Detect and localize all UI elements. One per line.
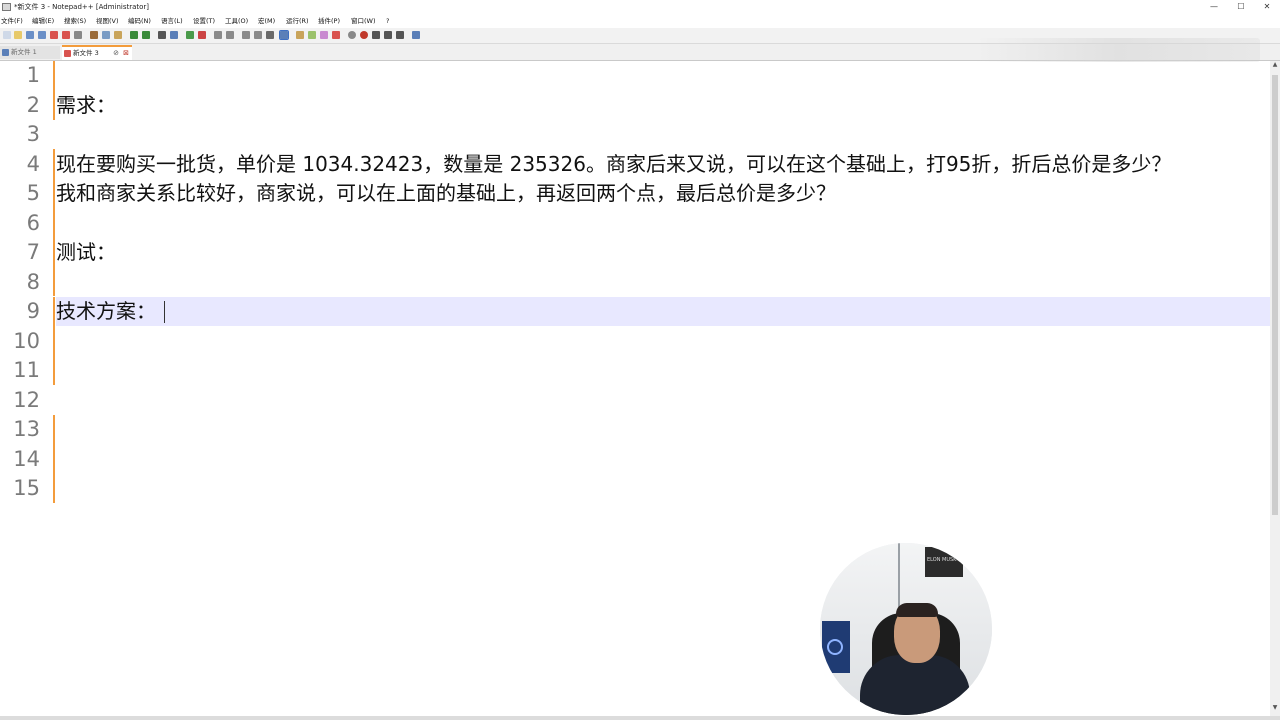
- close-button[interactable]: ✕: [1254, 0, 1280, 14]
- blurred-watermark: [975, 38, 1260, 62]
- close-tab-icon[interactable]: ⊠: [123, 47, 129, 60]
- webcam-overlay: ELON MUSK: [820, 543, 992, 715]
- vertical-scrollbar[interactable]: ▲ ▼: [1270, 61, 1280, 716]
- menu-run[interactable]: 运行(R): [286, 15, 309, 28]
- status-bar: [0, 716, 1280, 720]
- menu-file[interactable]: 文件(F): [1, 15, 23, 28]
- menu-bar: 文件(F) 编辑(E) 搜索(S) 视图(V) 编码(N) 语言(L) 设置(T…: [0, 15, 1280, 28]
- title-bar: *新文件 3 - Notepad++ [Administrator] — ☐ ✕: [0, 0, 1280, 14]
- lang-udl-icon[interactable]: [279, 30, 289, 40]
- folder-workspace-icon[interactable]: [320, 31, 328, 39]
- line-number: 13: [13, 417, 40, 441]
- line-number: 1: [26, 63, 40, 87]
- unsaved-file-icon: [64, 50, 71, 57]
- ai-logo-icon: [827, 639, 843, 655]
- tab-label: 新文件 3: [73, 49, 99, 57]
- scroll-down-icon[interactable]: ▼: [1270, 704, 1280, 716]
- menu-search[interactable]: 搜索(S): [64, 15, 86, 28]
- presenter-body: [860, 655, 970, 715]
- line-number: 3: [26, 122, 40, 146]
- show-all-chars-icon[interactable]: [254, 31, 262, 39]
- line-number: 9: [26, 299, 40, 323]
- zoom-in-icon[interactable]: [186, 31, 194, 39]
- print-icon[interactable]: [74, 31, 82, 39]
- save-macro-icon[interactable]: [396, 31, 404, 39]
- text-editor[interactable]: 需求： 现在要购买一批货，单价是 1034.32423，数量是 235326。商…: [56, 61, 1270, 720]
- find-icon[interactable]: [158, 31, 166, 39]
- copy-icon[interactable]: [102, 31, 110, 39]
- line-number: 11: [13, 358, 40, 382]
- replace-icon[interactable]: [170, 31, 178, 39]
- line-number: 7: [26, 240, 40, 264]
- close-all-icon[interactable]: [62, 31, 70, 39]
- sync-h-icon[interactable]: [226, 31, 234, 39]
- run-macro-multiple-icon[interactable]: [384, 31, 392, 39]
- paste-icon[interactable]: [114, 31, 122, 39]
- menu-view[interactable]: 视图(V): [96, 15, 119, 28]
- new-file-icon[interactable]: [3, 31, 11, 39]
- current-line-highlight: [56, 297, 1270, 326]
- save-icon[interactable]: [26, 31, 34, 39]
- zoom-out-icon[interactable]: [198, 31, 206, 39]
- editor-line[interactable]: 我和商家关系比较好，商家说，可以在上面的基础上，再返回两个点，最后总价是多少？: [56, 179, 836, 208]
- editor-line[interactable]: 需求：: [56, 91, 116, 120]
- scrollbar-thumb[interactable]: [1272, 75, 1278, 515]
- monitoring-icon[interactable]: [332, 31, 340, 39]
- sync-v-icon[interactable]: [214, 31, 222, 39]
- tab-new-file-3[interactable]: 新文件 3 ⊘ ⊠: [62, 45, 132, 60]
- maximize-button[interactable]: ☐: [1228, 0, 1254, 14]
- tab-label: 新文件 1: [11, 48, 37, 56]
- saved-file-icon: [2, 49, 9, 56]
- pin-icon[interactable]: ⊘: [113, 47, 119, 60]
- cut-icon[interactable]: [90, 31, 98, 39]
- line-number: 8: [26, 270, 40, 294]
- menu-encoding[interactable]: 编码(N): [128, 15, 151, 28]
- function-list-icon[interactable]: [308, 31, 316, 39]
- undo-icon[interactable]: [130, 31, 138, 39]
- tab-new-file-1[interactable]: 新文件 1: [0, 46, 60, 59]
- line-number: 5: [26, 181, 40, 205]
- menu-help[interactable]: ?: [386, 15, 389, 28]
- editor-line[interactable]: 技术方案：: [56, 297, 156, 326]
- editor-line[interactable]: 现在要购买一批货，单价是 1034.32423，数量是 235326。商家后来又…: [56, 150, 1171, 179]
- menu-edit[interactable]: 编辑(E): [32, 15, 54, 28]
- line-number: 10: [13, 329, 40, 353]
- play-macro-icon[interactable]: [372, 31, 380, 39]
- record-macro-icon[interactable]: [348, 31, 356, 39]
- line-number: 15: [13, 476, 40, 500]
- window-title: *新文件 3 - Notepad++ [Administrator]: [14, 3, 150, 11]
- menu-settings[interactable]: 设置(T): [193, 15, 215, 28]
- spell-check-icon[interactable]: [412, 31, 420, 39]
- presenter-hair: [896, 603, 938, 617]
- stop-macro-icon[interactable]: [360, 31, 368, 39]
- save-all-icon[interactable]: [38, 31, 46, 39]
- line-number: 4: [26, 152, 40, 176]
- editor-line[interactable]: 测试：: [56, 238, 116, 267]
- word-wrap-icon[interactable]: [242, 31, 250, 39]
- poster-text: ELON MUSK: [927, 557, 957, 563]
- menu-tools[interactable]: 工具(O): [225, 15, 248, 28]
- doc-map-icon[interactable]: [296, 31, 304, 39]
- minimize-button[interactable]: —: [1201, 0, 1227, 14]
- redo-icon[interactable]: [142, 31, 150, 39]
- line-number-gutter: 1 2 3 4 5 6 7 8 9 10 11 12 13 14 15: [0, 61, 55, 720]
- notepadpp-app-icon: [2, 3, 11, 11]
- text-caret: [164, 301, 165, 323]
- line-number: 6: [26, 211, 40, 235]
- menu-macro[interactable]: 宏(M): [258, 15, 275, 28]
- menu-plugins[interactable]: 插件(P): [318, 15, 340, 28]
- indent-guide-icon[interactable]: [266, 31, 274, 39]
- line-number: 12: [13, 388, 40, 412]
- menu-window[interactable]: 窗口(W): [351, 15, 376, 28]
- open-file-icon[interactable]: [14, 31, 22, 39]
- line-number: 14: [13, 447, 40, 471]
- menu-language[interactable]: 语言(L): [161, 15, 183, 28]
- line-number: 2: [26, 93, 40, 117]
- scroll-up-icon[interactable]: ▲: [1270, 61, 1280, 73]
- close-file-icon[interactable]: [50, 31, 58, 39]
